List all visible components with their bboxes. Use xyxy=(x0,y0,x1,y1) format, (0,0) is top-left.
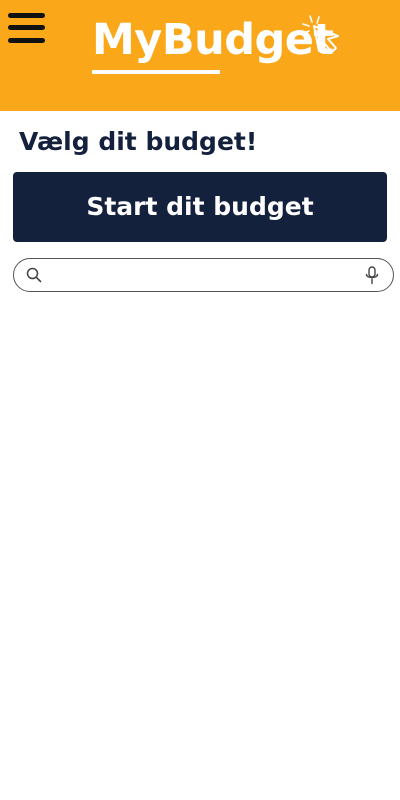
app-header: MyBudget xyxy=(0,0,400,111)
app-screen: MyBudget Vælg dit budget! Start dit budg… xyxy=(0,0,400,800)
app-logo[interactable]: MyBudget xyxy=(92,12,352,78)
logo-underline xyxy=(92,70,220,74)
start-budget-button[interactable]: Start dit budget xyxy=(13,172,387,242)
page-title: Vælg dit budget! xyxy=(19,127,258,156)
search-input[interactable] xyxy=(52,263,352,287)
search-icon xyxy=(26,267,42,283)
logo-text: MyBudget xyxy=(92,15,334,65)
hamburger-menu-icon xyxy=(8,13,45,18)
hamburger-menu-bar xyxy=(8,38,45,43)
search-bar[interactable] xyxy=(13,258,394,292)
microphone-icon[interactable] xyxy=(364,266,380,285)
menu-button[interactable] xyxy=(8,13,45,43)
click-cursor-icon xyxy=(302,15,339,53)
hamburger-menu-bar xyxy=(8,25,45,30)
